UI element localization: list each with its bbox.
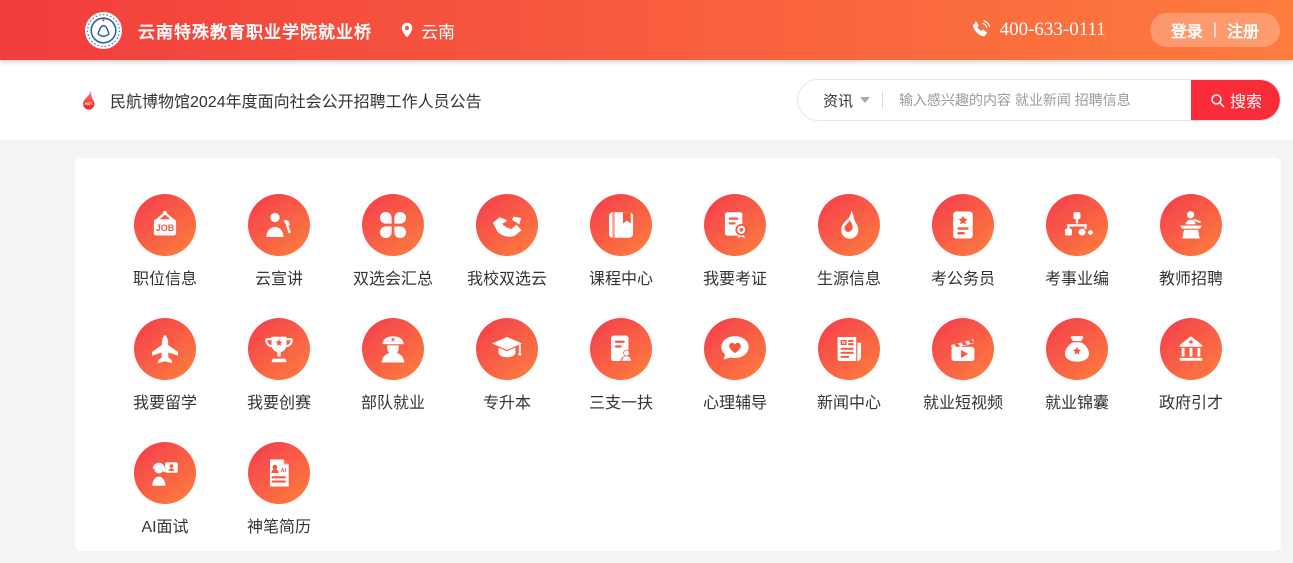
flame-icon <box>818 194 880 256</box>
svg-text:N: N <box>842 340 846 346</box>
top-header: 云南特殊教育职业学院就业桥 云南 400-633-0111 登录 | 注册 <box>0 0 1293 60</box>
quick-link-label: 我要创赛 <box>247 389 311 413</box>
school-crest-icon[interactable] <box>84 11 123 50</box>
search-input[interactable] <box>883 92 1191 108</box>
video-clapper-icon <box>932 318 994 380</box>
main-content: JOB 职位信息 云宣讲 双选会汇总 我校双选云 课程中心 我要考证 生源信息 … <box>0 158 1293 551</box>
search-category-label: 资讯 <box>823 90 853 111</box>
quick-link-label: 就业锦囊 <box>1045 389 1109 413</box>
job-sign-icon: JOB <box>134 194 196 256</box>
quick-link-item[interactable]: 课程中心 <box>564 194 678 289</box>
register-button[interactable]: 注册 <box>1227 18 1259 42</box>
quick-link-label: 我校双选云 <box>467 265 547 289</box>
service-phone: 400-633-0111 <box>969 19 1106 41</box>
phone-number: 400-633-0111 <box>1000 19 1106 41</box>
quick-link-label: 就业短视频 <box>923 389 1003 413</box>
quick-link-label: 双选会汇总 <box>353 265 433 289</box>
quick-link-item[interactable]: 云宣讲 <box>222 194 336 289</box>
svg-text:JOB: JOB <box>156 223 175 233</box>
chevron-down-icon <box>860 97 870 103</box>
location-pin-icon <box>398 21 416 39</box>
quick-link-item[interactable]: 考事业编 <box>1020 194 1134 289</box>
flame-hot-icon: HOT <box>77 89 100 112</box>
auth-buttons: 登录 | 注册 <box>1150 13 1280 47</box>
quick-link-item[interactable]: 专升本 <box>450 318 564 413</box>
news-announcement-link[interactable]: 民航博物馆2024年度面向社会公开招聘工作人员公告 <box>110 88 482 112</box>
quick-link-item[interactable]: JOB 职位信息 <box>108 194 222 289</box>
org-chart-icon <box>1046 194 1108 256</box>
quick-link-label: 神笔简历 <box>247 513 311 537</box>
site-title: 云南特殊教育职业学院就业桥 <box>138 18 372 43</box>
money-bag-icon <box>1046 318 1108 380</box>
teacher-podium-icon <box>1160 194 1222 256</box>
quick-link-item[interactable]: 双选会汇总 <box>336 194 450 289</box>
quick-link-label: 心理辅导 <box>703 389 767 413</box>
quick-link-label: 考公务员 <box>931 265 995 289</box>
quick-link-item[interactable]: 心理辅导 <box>678 318 792 413</box>
certificate-icon <box>704 194 766 256</box>
ai-interview-icon <box>134 442 196 504</box>
quick-link-label: 部队就业 <box>361 389 425 413</box>
quick-link-label: 政府引才 <box>1159 389 1223 413</box>
quick-links-card: JOB 职位信息 云宣讲 双选会汇总 我校双选云 课程中心 我要考证 生源信息 … <box>75 158 1281 551</box>
location-label: 云南 <box>421 18 455 43</box>
book-icon <box>590 194 652 256</box>
quick-link-label: 教师招聘 <box>1159 265 1223 289</box>
quick-link-item[interactable]: N 新闻中心 <box>792 318 906 413</box>
svg-text:AI: AI <box>281 468 287 474</box>
newspaper-icon: N <box>818 318 880 380</box>
quick-link-item[interactable]: 我要考证 <box>678 194 792 289</box>
search-button[interactable]: 搜索 <box>1191 79 1280 121</box>
graduation-cap-icon <box>476 318 538 380</box>
clover-grid-icon <box>362 194 424 256</box>
search-box: 资讯 搜索 <box>797 79 1281 121</box>
quick-link-label: 考事业编 <box>1045 265 1109 289</box>
quick-link-item[interactable]: 政府引才 <box>1134 318 1248 413</box>
soldier-icon <box>362 318 424 380</box>
quick-link-label: 职位信息 <box>133 265 197 289</box>
trophy-icon <box>248 318 310 380</box>
quick-link-label: 专升本 <box>483 389 531 413</box>
quick-link-item[interactable]: 我校双选云 <box>450 194 564 289</box>
quick-link-item[interactable]: 我要创赛 <box>222 318 336 413</box>
quick-link-item[interactable]: AI面试 <box>108 442 222 537</box>
airplane-icon <box>134 318 196 380</box>
svg-text:HOT: HOT <box>85 102 92 106</box>
quick-link-item[interactable]: 生源信息 <box>792 194 906 289</box>
quick-link-label: 课程中心 <box>589 265 653 289</box>
quick-link-item[interactable]: 我要留学 <box>108 318 222 413</box>
quick-link-label: AI面试 <box>141 513 188 537</box>
auth-separator: | <box>1213 21 1217 39</box>
search-icon <box>1209 92 1226 109</box>
quick-link-item[interactable]: 考公务员 <box>906 194 1020 289</box>
person-document-icon <box>590 318 652 380</box>
location-selector[interactable]: 云南 <box>398 18 455 43</box>
quick-links-grid: JOB 职位信息 云宣讲 双选会汇总 我校双选云 课程中心 我要考证 生源信息 … <box>108 194 1281 537</box>
phone-icon <box>969 19 991 41</box>
lecturer-icon <box>248 194 310 256</box>
quick-link-label: 生源信息 <box>817 265 881 289</box>
quick-link-label: 三支一扶 <box>589 389 653 413</box>
quick-link-item[interactable]: 就业锦囊 <box>1020 318 1134 413</box>
quick-link-label: 我要留学 <box>133 389 197 413</box>
heart-chat-icon <box>704 318 766 380</box>
quick-link-item[interactable]: 就业短视频 <box>906 318 1020 413</box>
quick-link-item[interactable]: 教师招聘 <box>1134 194 1248 289</box>
search-button-label: 搜索 <box>1230 88 1262 112</box>
government-building-icon <box>1160 318 1222 380</box>
search-category-dropdown[interactable]: 资讯 <box>798 90 882 111</box>
quick-link-item[interactable]: 三支一扶 <box>564 318 678 413</box>
login-button[interactable]: 登录 <box>1171 18 1203 42</box>
ai-resume-icon: AI <box>248 442 310 504</box>
handshake-icon <box>476 194 538 256</box>
quick-link-label: 云宣讲 <box>255 265 303 289</box>
news-search-bar: HOT 民航博物馆2024年度面向社会公开招聘工作人员公告 资讯 搜索 <box>0 60 1293 140</box>
quick-link-label: 我要考证 <box>703 265 767 289</box>
quick-link-item[interactable]: AI 神笔简历 <box>222 442 336 537</box>
quick-link-label: 新闻中心 <box>817 389 881 413</box>
star-document-icon <box>932 194 994 256</box>
quick-link-item[interactable]: 部队就业 <box>336 318 450 413</box>
